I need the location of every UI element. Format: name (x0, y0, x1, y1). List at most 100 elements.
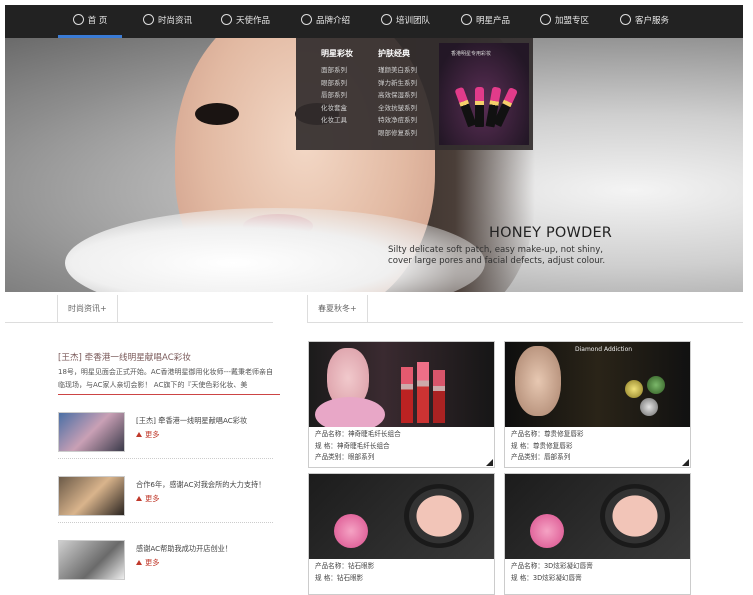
tab-seasons[interactable]: 春夏秋冬+ (307, 295, 368, 322)
brand-icon (301, 14, 312, 25)
news-icon (143, 14, 154, 25)
nav-star-products[interactable]: 明星产品 (461, 5, 510, 38)
lead-news-text: 18号，明星见面会正式开始。AC香港明星御用化妆师---戴秉老师亲自临现场，与A… (58, 368, 274, 389)
lead-news-title[interactable]: [王杰] 牵香港一线明星献唱AC彩妆 (58, 351, 191, 363)
nav-home[interactable]: 首 页 (58, 5, 122, 38)
product-spec: 规 格：尊贵修复唇彩 (511, 441, 573, 450)
lead-divider (58, 394, 280, 395)
dropdown-col-skincare: 护肤经典 瑾颜美白系列 弹力新生系列 高效保湿系列 全效抗皱系列 特效净痘系列 … (378, 48, 417, 139)
nav-label: 天使作品 (236, 16, 271, 26)
triangle-icon (136, 560, 142, 565)
phone-icon (620, 14, 631, 25)
news-thumbnail[interactable] (58, 412, 125, 452)
news-thumbnail[interactable] (58, 540, 125, 580)
lipgloss-image (417, 362, 429, 423)
nav-label: 培训团队 (396, 16, 431, 26)
dropdown-item[interactable]: 化妆套盒 (321, 102, 353, 115)
product-image: Diamond Addiction (505, 342, 690, 427)
product-name: 产品名称：尊贵修复唇彩 (511, 430, 584, 438)
dropdown-item[interactable]: 高效保湿系列 (378, 89, 417, 102)
dropdown-item[interactable]: 弹力新生系列 (378, 77, 417, 90)
dropdown-item[interactable]: 眼部系列 (321, 77, 353, 90)
dropdown-heading: 明星彩妆 (321, 49, 353, 58)
nav-fashion-news[interactable]: 时尚资讯 (143, 5, 192, 38)
home-icon (72, 14, 84, 25)
nav-label: 客户服务 (635, 16, 670, 26)
news-thumbnail[interactable] (58, 476, 125, 516)
lipstick-image (454, 86, 477, 128)
news-item-title[interactable]: [王杰] 牵香港一线明星献唱AC彩妆 (136, 416, 247, 426)
lipgloss-image (433, 370, 445, 423)
product-info: 产品名称：神奇睫毛纤长组合 规 格：神奇睫毛纤长组合 产品类别：眼部系列 (309, 427, 494, 466)
product-icon (461, 14, 472, 25)
nav-customer-service[interactable]: 客户服务 (620, 5, 669, 38)
promo-caption: 香港明星专用彩妆 (451, 51, 492, 57)
news-more-link[interactable]: 更多 (136, 430, 159, 440)
news-item-title[interactable]: 合作6年，感谢AC对我会所的大力支持！ (136, 480, 265, 490)
tab-fashion-news[interactable]: 时尚资讯+ (57, 295, 118, 322)
nav-training-team[interactable]: 培训团队 (381, 5, 430, 38)
compact-powder-image (404, 484, 474, 548)
news-item-title[interactable]: 感谢AC帮助我成功开店创业！ (136, 544, 232, 554)
news-more-label: 更多 (145, 430, 160, 439)
news-separator (58, 522, 273, 523)
dropdown-item[interactable]: 面部系列 (321, 64, 353, 77)
hero-banner[interactable]: 明星彩妆 面部系列 眼部系列 唇部系列 化妆套盒 化妆工具 护肤经典 瑾颜美白系… (5, 38, 743, 292)
product-image (505, 474, 690, 559)
dropdown-heading: 护肤经典 (378, 49, 410, 58)
news-more-label: 更多 (145, 558, 160, 567)
lipgloss-image (401, 367, 413, 423)
corner-triangle-icon (682, 459, 689, 466)
product-info: 产品名称：尊贵修复唇彩 规 格：尊贵修复唇彩 产品类别：唇部系列 (505, 427, 690, 466)
dropdown-item[interactable]: 特效净痘系列 (378, 114, 417, 127)
dropdown-item[interactable]: 瑾颜美白系列 (378, 64, 417, 77)
dropdown-item[interactable]: 化妆工具 (321, 114, 353, 127)
nav-label: 品牌介绍 (316, 16, 351, 26)
product-card[interactable]: Diamond Addiction 产品名称：尊贵修复唇彩 规 格：尊贵修复唇彩… (504, 341, 691, 468)
hero-title: HONEY POWDER (489, 225, 613, 241)
nav-franchise[interactable]: 加盟专区 (540, 5, 589, 38)
news-more-link[interactable]: 更多 (136, 558, 159, 568)
nav-brand-intro[interactable]: 品牌介绍 (301, 5, 350, 38)
model-image (515, 346, 561, 416)
product-image (309, 342, 494, 427)
compact-powder-image (600, 484, 670, 548)
product-spec: 规 格：钻石眼影 (315, 573, 364, 582)
product-category: 产品类别：眼部系列 (315, 453, 375, 461)
product-spec: 规 格：神奇睫毛纤长组合 (315, 441, 390, 450)
product-card[interactable]: 产品名称：钻石眼影 规 格：钻石眼影 (308, 473, 495, 595)
product-category: 产品类别：唇部系列 (511, 453, 571, 461)
model-shoulder (315, 397, 385, 427)
nav-home-label: 首 页 (87, 16, 108, 26)
news-more-label: 更多 (145, 494, 160, 503)
nav-label: 时尚资讯 (158, 16, 193, 26)
eyeshadow-image (647, 376, 665, 394)
dropdown-item[interactable]: 眼部修复系列 (378, 127, 417, 140)
model-eye-left (195, 103, 239, 125)
products-tabbar: 春夏秋冬+ (307, 295, 743, 323)
nav-label: 加盟专区 (555, 16, 590, 26)
product-image-caption: Diamond Addiction (575, 346, 633, 353)
flower-image (530, 514, 564, 548)
product-name: 产品名称：钻石眼影 (315, 562, 375, 570)
news-tabbar: 时尚资讯+ (5, 295, 273, 323)
star-icon (221, 14, 232, 25)
corner-triangle-icon (486, 459, 493, 466)
eyeshadow-image (640, 398, 658, 416)
nav-angel-works[interactable]: 天使作品 (221, 5, 270, 38)
product-name: 产品名称：3D炫彩凝幻唇膏 (511, 562, 593, 570)
products-dropdown-menu: 明星彩妆 面部系列 眼部系列 唇部系列 化妆套盒 化妆工具 护肤经典 瑾颜美白系… (296, 38, 533, 150)
product-card[interactable]: 产品名称：神奇睫毛纤长组合 规 格：神奇睫毛纤长组合 产品类别：眼部系列 (308, 341, 495, 468)
product-card[interactable]: 产品名称：3D炫彩凝幻唇膏 规 格：3D炫彩凝幻唇膏 (504, 473, 691, 595)
news-more-link[interactable]: 更多 (136, 494, 159, 504)
product-image (309, 474, 494, 559)
triangle-icon (136, 496, 142, 501)
dropdown-item[interactable]: 全效抗皱系列 (378, 102, 417, 115)
triangle-icon (136, 432, 142, 437)
dropdown-promo-image[interactable]: 香港明星专用彩妆 (439, 43, 529, 145)
product-spec: 规 格：3D炫彩凝幻唇膏 (511, 573, 582, 582)
dropdown-item[interactable]: 唇部系列 (321, 89, 353, 102)
plus-icon (540, 14, 551, 25)
product-name: 产品名称：神奇睫毛纤长组合 (315, 430, 401, 438)
dropdown-col-makeup: 明星彩妆 面部系列 眼部系列 唇部系列 化妆套盒 化妆工具 (321, 48, 353, 127)
